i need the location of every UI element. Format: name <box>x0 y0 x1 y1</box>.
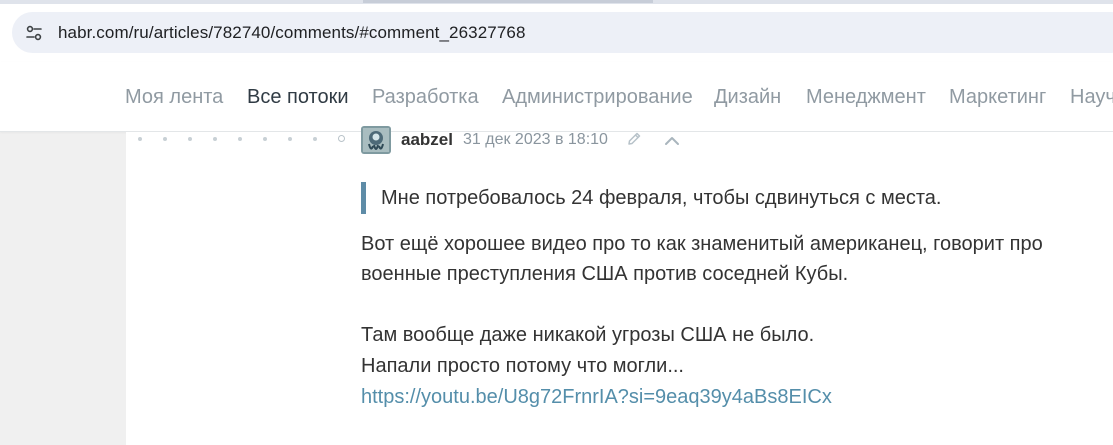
tune-icon[interactable] <box>21 20 47 46</box>
youtube-link[interactable]: https://youtu.be/U8g72FrnrIA?si=9eaq39y4… <box>361 382 832 412</box>
browser-toolbar: habr.com/ru/articles/782740/comments/#co… <box>0 4 1113 62</box>
thread-dot <box>163 137 167 141</box>
thread-dot <box>288 137 292 141</box>
nav-item-development[interactable]: Разработка <box>372 86 479 109</box>
active-tab-indicator <box>363 0 653 3</box>
address-bar[interactable]: habr.com/ru/articles/782740/comments/#co… <box>12 12 1113 53</box>
nav-item-design[interactable]: Дизайн <box>714 86 781 109</box>
nav-item-my-feed[interactable]: Моя лента <box>125 86 223 109</box>
comment-text-line: Там вообще даже никакой угрозы США не бы… <box>361 324 815 346</box>
thread-dot <box>238 137 242 141</box>
thread-dot <box>138 137 142 141</box>
thread-current-marker <box>338 135 345 142</box>
thread-dot <box>188 137 192 141</box>
pencil-icon[interactable] <box>626 131 642 147</box>
url-text[interactable]: habr.com/ru/articles/782740/comments/#co… <box>58 23 526 43</box>
nav-item-science[interactable]: Науч <box>1070 86 1113 109</box>
nav-item-all-streams[interactable]: Все потоки <box>247 86 349 109</box>
comment-text-line: Напали просто потому что могли... <box>361 355 684 377</box>
nav-item-management[interactable]: Менеджмент <box>806 86 926 109</box>
thread-dot <box>313 137 317 141</box>
thread-dot <box>263 137 267 141</box>
hubs-nav: Моя лента Все потоки Разработка Админист… <box>0 62 1113 132</box>
nav-item-administration[interactable]: Администрирование <box>502 86 693 109</box>
avatar[interactable] <box>361 126 391 154</box>
chevron-up-icon[interactable] <box>664 133 680 145</box>
comment-quote: Мне потребовалось 24 февраля, чтобы сдви… <box>361 182 941 214</box>
quote-text: Мне потребовалось 24 февраля, чтобы сдви… <box>381 187 942 209</box>
comment-author[interactable]: aabzel <box>401 130 453 150</box>
comment-text-line: Вот ещё хорошее видео про то как знамени… <box>361 233 1043 255</box>
nav-item-marketing[interactable]: Маркетинг <box>949 86 1046 109</box>
comment-text-line: военные преступления США против соседней… <box>361 263 849 285</box>
comment-timestamp[interactable]: 31 дек 2023 в 18:10 <box>463 131 608 149</box>
thread-dot <box>213 137 217 141</box>
